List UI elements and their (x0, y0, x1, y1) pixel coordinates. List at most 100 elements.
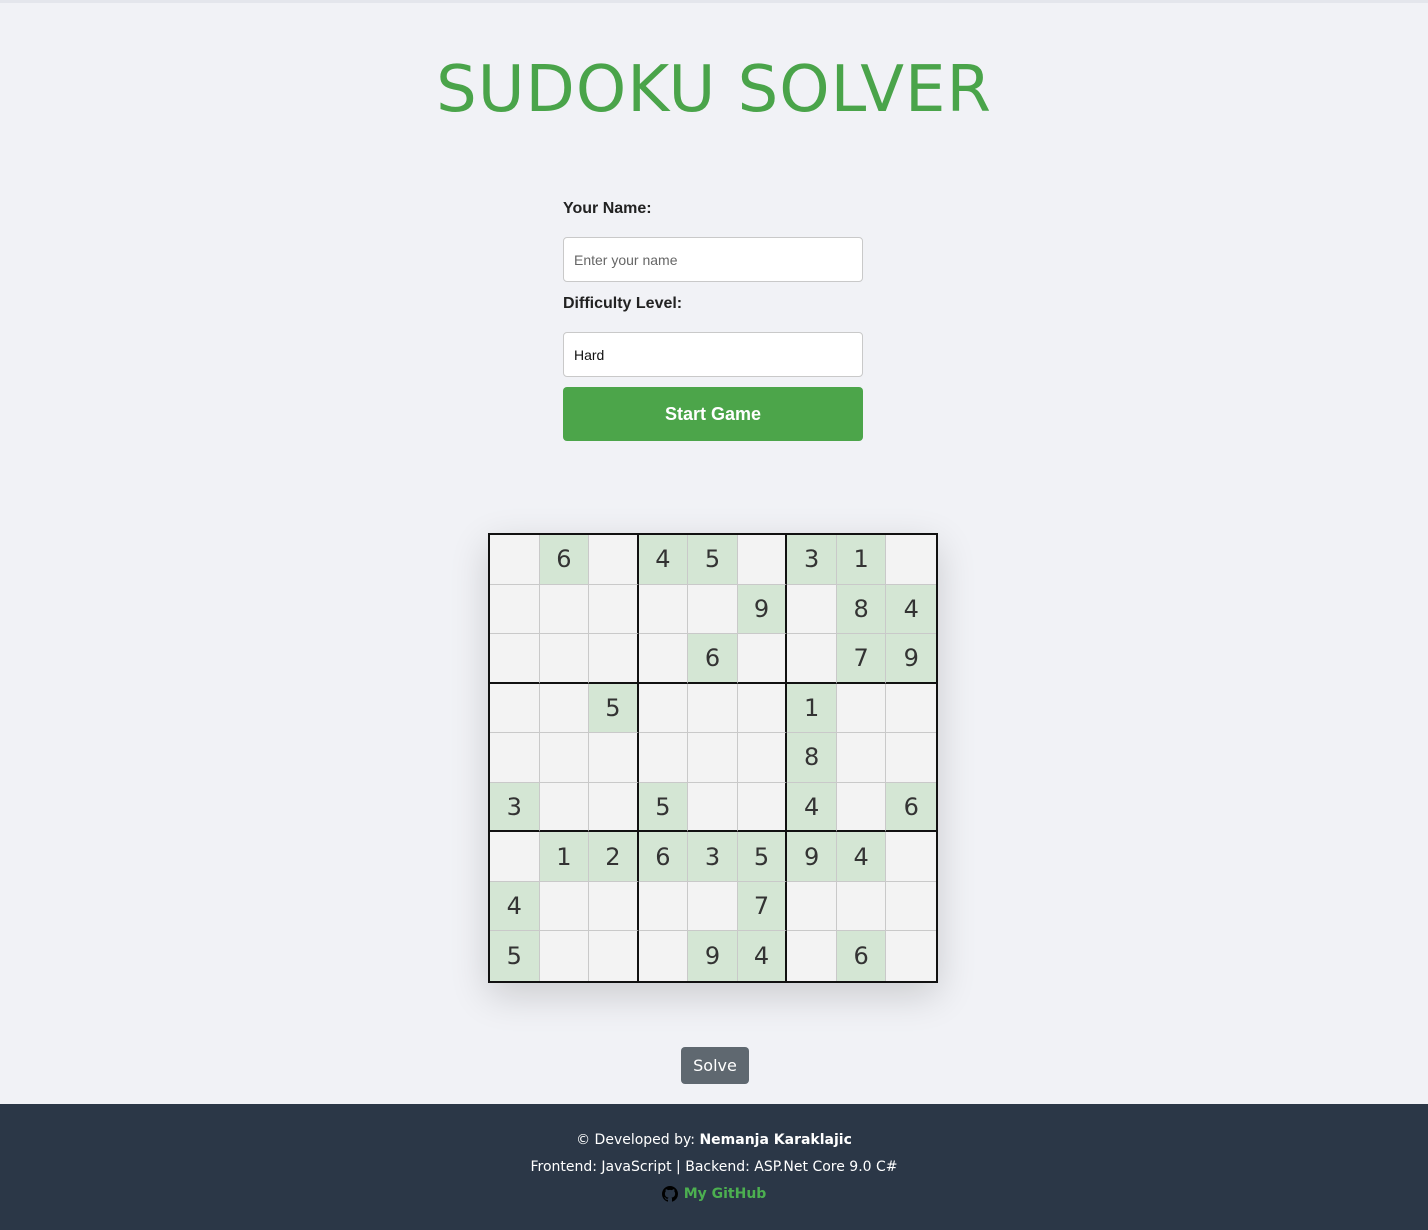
sudoku-cell[interactable] (490, 535, 540, 585)
sudoku-cell[interactable]: 8 (787, 733, 837, 783)
sudoku-cell[interactable]: 7 (737, 881, 788, 932)
sudoku-cell[interactable] (787, 881, 837, 932)
sudoku-cell[interactable] (539, 634, 590, 684)
name-input[interactable] (563, 237, 863, 282)
sudoku-cell[interactable]: 2 (589, 832, 639, 882)
sudoku-cell[interactable] (589, 931, 639, 981)
sudoku-cell[interactable] (886, 832, 936, 882)
sudoku-cell[interactable] (688, 782, 738, 833)
sudoku-cell[interactable] (836, 782, 887, 833)
sudoku-cell[interactable] (539, 881, 590, 932)
sudoku-cell[interactable] (490, 733, 540, 783)
sudoku-cell[interactable] (638, 634, 689, 684)
sudoku-cell[interactable] (638, 931, 689, 981)
github-icon (661, 1186, 678, 1202)
sudoku-cell[interactable] (539, 733, 590, 783)
start-game-button[interactable]: Start Game (563, 387, 863, 441)
sudoku-cell[interactable]: 5 (638, 782, 689, 833)
page-title: SUDOKU SOLVER (436, 53, 992, 127)
sudoku-cell[interactable] (688, 733, 738, 783)
sudoku-board: 6453198467951835461263594475946 (488, 533, 938, 983)
developer-credit: © Developed by: Nemanja Karaklajic (0, 1132, 1428, 1148)
sudoku-cell[interactable]: 7 (836, 634, 887, 684)
sudoku-cell[interactable] (638, 683, 689, 734)
sudoku-cell[interactable]: 4 (836, 832, 887, 882)
sudoku-cell[interactable]: 4 (787, 782, 837, 833)
sudoku-cell[interactable]: 4 (490, 881, 540, 932)
sudoku-cell[interactable] (490, 832, 540, 882)
sudoku-cell[interactable] (589, 535, 639, 585)
github-link[interactable]: My GitHub (661, 1186, 767, 1202)
sudoku-cell[interactable] (737, 782, 788, 833)
github-line: My GitHub (0, 1186, 1428, 1206)
sudoku-cell[interactable]: 6 (638, 832, 689, 882)
sudoku-cell[interactable] (886, 881, 936, 932)
sudoku-cell[interactable]: 3 (688, 832, 738, 882)
sudoku-cell[interactable]: 9 (886, 634, 936, 684)
sudoku-cell[interactable] (589, 881, 639, 932)
difficulty-label: Difficulty Level: (563, 295, 683, 312)
sudoku-cell[interactable]: 6 (886, 782, 936, 833)
tech-stack: Frontend: JavaScript | Backend: ASP.Net … (530, 1159, 898, 1175)
sudoku-cell[interactable]: 6 (836, 931, 887, 981)
name-label: Your Name: (563, 200, 652, 217)
developer-name: Nemanja Karaklajic (699, 1132, 852, 1148)
sudoku-cell[interactable]: 5 (589, 683, 639, 734)
difficulty-selected-value: Hard (574, 346, 605, 363)
sudoku-cell[interactable]: 9 (737, 584, 788, 635)
sudoku-cell[interactable]: 1 (539, 832, 590, 882)
sudoku-cell[interactable] (737, 733, 788, 783)
sudoku-cell[interactable] (787, 584, 837, 635)
sudoku-cell[interactable]: 5 (737, 832, 788, 882)
sudoku-cell[interactable] (490, 683, 540, 734)
sudoku-cell[interactable] (539, 782, 590, 833)
sudoku-cell[interactable] (787, 931, 837, 981)
sudoku-cell[interactable] (886, 733, 936, 783)
sudoku-cell[interactable] (490, 634, 540, 684)
sudoku-cell[interactable]: 1 (836, 535, 887, 585)
github-link-label: My GitHub (683, 1186, 767, 1202)
sudoku-cell[interactable] (836, 683, 887, 734)
sudoku-cell[interactable] (490, 584, 540, 635)
top-divider (0, 0, 1428, 3)
sudoku-cell[interactable]: 9 (688, 931, 738, 981)
sudoku-cell[interactable] (589, 782, 639, 833)
sudoku-cell[interactable] (638, 584, 689, 635)
solve-button[interactable]: Solve (681, 1047, 749, 1084)
sudoku-cell[interactable]: 4 (737, 931, 788, 981)
developer-prefix: © Developed by: (576, 1132, 700, 1148)
sudoku-cell[interactable] (539, 931, 590, 981)
sudoku-cell[interactable] (589, 634, 639, 684)
sudoku-cell[interactable] (589, 733, 639, 783)
sudoku-cell[interactable]: 3 (787, 535, 837, 585)
sudoku-cell[interactable]: 6 (688, 634, 738, 684)
sudoku-cell[interactable]: 4 (638, 535, 689, 585)
sudoku-cell[interactable]: 6 (539, 535, 590, 585)
sudoku-cell[interactable] (836, 733, 887, 783)
sudoku-cell[interactable] (737, 535, 788, 585)
sudoku-cell[interactable] (737, 683, 788, 734)
sudoku-cell[interactable] (886, 535, 936, 585)
sudoku-cell[interactable]: 4 (886, 584, 936, 635)
sudoku-cell[interactable] (737, 634, 788, 684)
sudoku-cell[interactable] (539, 584, 590, 635)
sudoku-cell[interactable] (836, 881, 887, 932)
sudoku-cell[interactable] (539, 683, 590, 734)
sudoku-cell[interactable] (688, 881, 738, 932)
difficulty-select[interactable]: Hard (563, 332, 863, 377)
sudoku-cell[interactable] (688, 584, 738, 635)
footer: © Developed by: Nemanja Karaklajic Front… (0, 1104, 1428, 1230)
sudoku-cell[interactable] (886, 683, 936, 734)
sudoku-cell[interactable] (589, 584, 639, 635)
sudoku-cell[interactable]: 5 (688, 535, 738, 585)
sudoku-cell[interactable]: 3 (490, 782, 540, 833)
sudoku-cell[interactable] (886, 931, 936, 981)
sudoku-cell[interactable] (688, 683, 738, 734)
sudoku-cell[interactable]: 1 (787, 683, 837, 734)
sudoku-cell[interactable]: 9 (787, 832, 837, 882)
sudoku-cell[interactable] (787, 634, 837, 684)
sudoku-cell[interactable] (638, 881, 689, 932)
sudoku-cell[interactable] (638, 733, 689, 783)
sudoku-cell[interactable]: 8 (836, 584, 887, 635)
sudoku-cell[interactable]: 5 (490, 931, 540, 981)
